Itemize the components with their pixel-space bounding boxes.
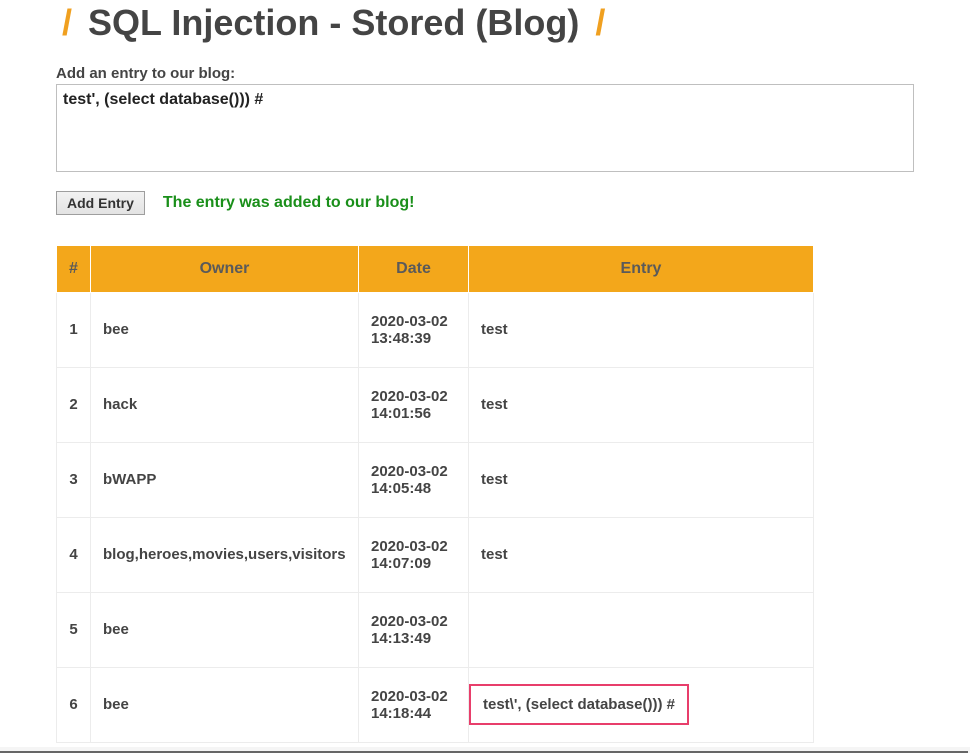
cell-entry: test — [469, 517, 814, 592]
cell-index: 1 — [57, 292, 91, 367]
th-index: # — [57, 245, 91, 292]
table-row: 2hack2020-03-02 14:01:56test — [57, 367, 814, 442]
cell-entry: test — [469, 442, 814, 517]
cell-index: 5 — [57, 592, 91, 667]
page-title: / SQL Injection - Stored (Blog) / — [56, 0, 914, 53]
add-entry-button[interactable]: Add Entry — [56, 191, 145, 215]
status-message: The entry was added to our blog! — [163, 194, 415, 212]
cell-owner: bee — [91, 592, 359, 667]
title-text: SQL Injection - Stored (Blog) — [88, 2, 579, 43]
cell-index: 4 — [57, 517, 91, 592]
table-row: 6bee2020-03-02 14:18:44test\', (select d… — [57, 667, 814, 742]
cell-date: 2020-03-02 14:13:49 — [359, 592, 469, 667]
title-slash-right: / — [589, 2, 611, 43]
th-owner: Owner — [91, 245, 359, 292]
cell-date: 2020-03-02 14:07:09 — [359, 517, 469, 592]
title-slash-left: / — [56, 2, 78, 43]
cell-entry: test\', (select database())) # — [469, 667, 814, 742]
cell-entry: test — [469, 367, 814, 442]
cell-owner: bWAPP — [91, 442, 359, 517]
cell-owner: bee — [91, 667, 359, 742]
table-row: 1bee2020-03-02 13:48:39test — [57, 292, 814, 367]
cell-date: 2020-03-02 14:05:48 — [359, 442, 469, 517]
table-row: 5bee2020-03-02 14:13:49 — [57, 592, 814, 667]
table-row: 3bWAPP2020-03-02 14:05:48test — [57, 442, 814, 517]
th-entry: Entry — [469, 245, 814, 292]
cell-index: 3 — [57, 442, 91, 517]
highlight-box: test\', (select database())) # — [469, 684, 689, 725]
cell-entry: test — [469, 292, 814, 367]
cell-owner: hack — [91, 367, 359, 442]
table-row: 4blog,heroes,movies,users,visitors2020-0… — [57, 517, 814, 592]
blog-table: # Owner Date Entry 1bee2020-03-02 13:48:… — [56, 245, 814, 743]
cell-index: 6 — [57, 667, 91, 742]
cell-index: 2 — [57, 367, 91, 442]
blog-entry-textarea[interactable] — [56, 84, 914, 172]
form-label: Add an entry to our blog: — [56, 65, 914, 82]
cell-entry — [469, 592, 814, 667]
cell-date: 2020-03-02 14:18:44 — [359, 667, 469, 742]
cell-date: 2020-03-02 13:48:39 — [359, 292, 469, 367]
cell-owner: blog,heroes,movies,users,visitors — [91, 517, 359, 592]
cell-date: 2020-03-02 14:01:56 — [359, 367, 469, 442]
cell-owner: bee — [91, 292, 359, 367]
th-date: Date — [359, 245, 469, 292]
